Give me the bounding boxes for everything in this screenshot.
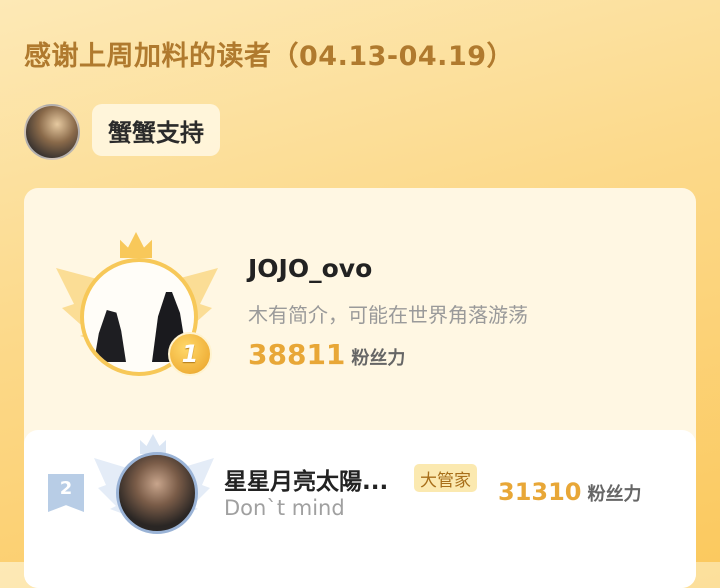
fans-count: 38811 (248, 338, 346, 371)
user-description: Don`t mind (224, 496, 345, 520)
rank-first-entry[interactable]: 1 JOJO_ovo 木有简介，可能在世界角落游荡 38811 粉丝力 (24, 188, 696, 428)
user-name[interactable]: 星星月亮太陽... (224, 462, 388, 496)
rank-ribbon-icon: 2 (48, 474, 84, 512)
ranking-panel: 1 JOJO_ovo 木有简介，可能在世界角落游荡 38811 粉丝力 2 星星月… (24, 188, 696, 588)
page-title: 感谢上周加料的读者（04.13-04.19） (24, 41, 515, 72)
fans-stat: 31310 粉丝力 (498, 478, 642, 506)
user-name[interactable]: JOJO_ovo (248, 254, 372, 283)
fans-count: 31310 (498, 478, 582, 506)
avatar[interactable] (24, 104, 80, 160)
rank-second-entry[interactable]: 2 星星月亮太陽... 大管家 Don`t mind 31310 粉丝力 (24, 430, 696, 588)
rank-number: 1 (181, 340, 199, 368)
crown-icon (120, 232, 152, 258)
rank-number: 2 (59, 478, 73, 499)
fans-unit: 粉丝力 (351, 348, 406, 369)
avatar[interactable] (116, 452, 198, 534)
crown-icon (140, 434, 166, 454)
role-badge-label: 大管家 (420, 470, 471, 491)
rank-badge: 1 (168, 332, 212, 376)
avatar-figure (94, 310, 126, 362)
sponsor-button[interactable]: 蟹蟹支持 (92, 104, 220, 156)
user-description: 木有简介，可能在世界角落游荡 (248, 303, 528, 327)
fans-stat: 38811 粉丝力 (248, 338, 405, 371)
sponsor-label: 蟹蟹支持 (108, 118, 204, 147)
fans-unit: 粉丝力 (587, 484, 642, 505)
role-badge: 大管家 (414, 464, 477, 492)
